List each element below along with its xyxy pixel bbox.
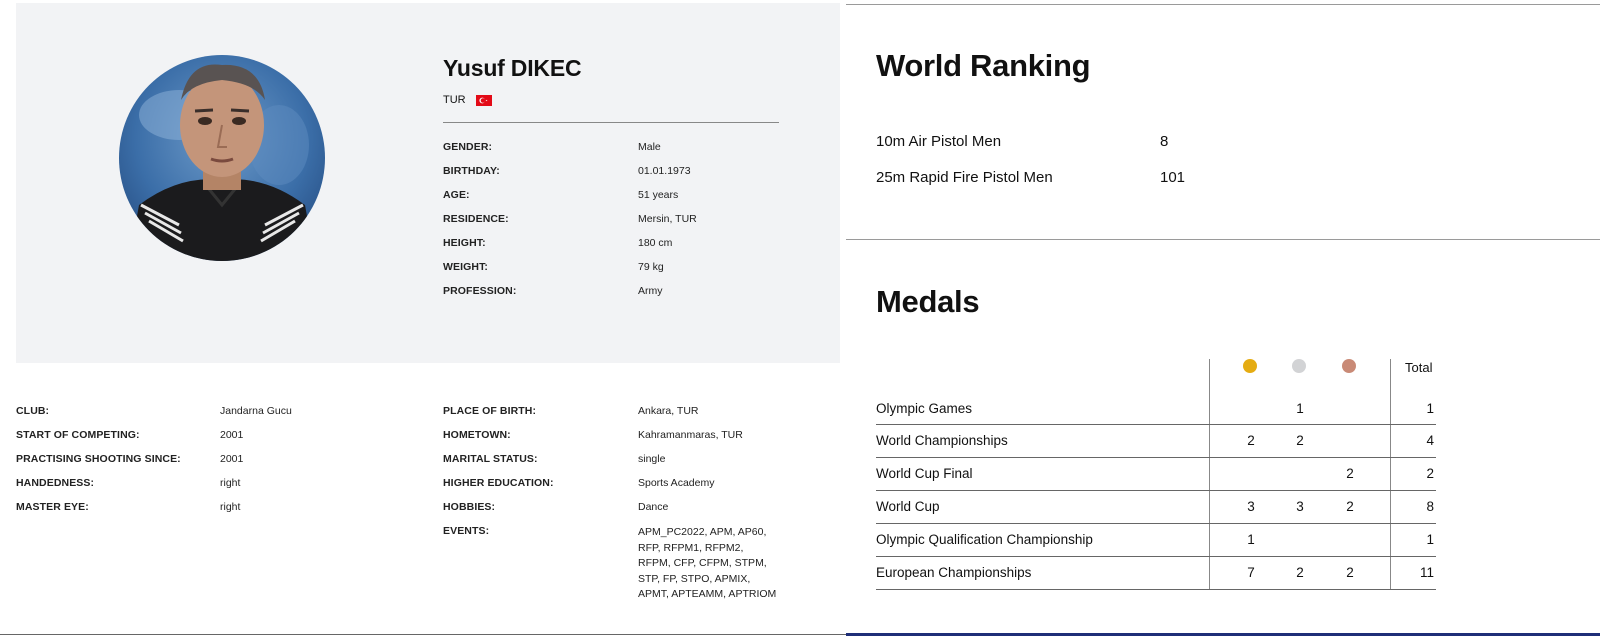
ranking-value-rapid-fire: 101 bbox=[1160, 169, 1186, 186]
medal-silver-count: 2 bbox=[1296, 433, 1304, 448]
medal-bronze-count: 2 bbox=[1346, 466, 1354, 481]
medal-row-divider bbox=[876, 457, 1436, 458]
ranking-event-air-pistol[interactable]: 10m Air Pistol Men bbox=[876, 133, 1001, 150]
higher-education-value: Sports Academy bbox=[638, 477, 715, 489]
practising-since-value: 2001 bbox=[220, 453, 244, 465]
athlete-country: TUR bbox=[443, 94, 492, 106]
birthday-label: BIRTHDAY: bbox=[443, 165, 500, 177]
medal-silver-count: 1 bbox=[1296, 401, 1304, 416]
weight-value: 79 kg bbox=[638, 261, 664, 273]
medal-row-name: World Cup bbox=[876, 499, 940, 514]
medal-total-count: 1 bbox=[1426, 401, 1434, 416]
medals-title: Medals bbox=[876, 284, 980, 319]
place-of-birth-value: Ankara, TUR bbox=[638, 405, 699, 417]
handedness-label: HANDEDNESS: bbox=[16, 477, 95, 489]
medals-total-header: Total bbox=[1405, 360, 1433, 375]
residence-label: RESIDENCE: bbox=[443, 213, 509, 225]
residence-value: Mersin, TUR bbox=[638, 213, 697, 225]
medal-gold-count: 1 bbox=[1247, 532, 1255, 547]
handedness-value: right bbox=[220, 477, 241, 489]
medal-row-divider bbox=[876, 424, 1436, 425]
medal-total-count: 1 bbox=[1426, 532, 1434, 547]
profession-value: Army bbox=[638, 285, 663, 297]
medal-gold-count: 3 bbox=[1247, 499, 1255, 514]
profile-divider bbox=[443, 122, 779, 123]
hometown-label: HOMETOWN: bbox=[443, 429, 511, 441]
medal-row-divider bbox=[876, 523, 1436, 524]
bronze-medal-icon bbox=[1342, 359, 1356, 373]
athlete-photo bbox=[119, 55, 325, 261]
medal-row-divider bbox=[876, 589, 1436, 590]
medal-bronze-count: 2 bbox=[1346, 499, 1354, 514]
medal-bronze-count: 2 bbox=[1346, 565, 1354, 580]
ranking-value-air-pistol: 8 bbox=[1160, 133, 1169, 150]
top-divider bbox=[846, 4, 1600, 5]
hobbies-value: Dance bbox=[638, 501, 669, 513]
weight-label: WEIGHT: bbox=[443, 261, 489, 273]
age-value: 51 years bbox=[638, 189, 679, 201]
medal-silver-count: 2 bbox=[1296, 565, 1304, 580]
silver-medal-icon bbox=[1292, 359, 1306, 373]
medal-total-count: 8 bbox=[1426, 499, 1434, 514]
gold-medal-icon bbox=[1243, 359, 1257, 373]
gender-value: Male bbox=[638, 141, 661, 153]
medal-row-name: World Cup Final bbox=[876, 466, 973, 481]
medal-row-divider bbox=[876, 490, 1436, 491]
bottom-divider bbox=[0, 634, 846, 635]
height-value: 180 cm bbox=[638, 237, 673, 249]
marital-status-label: MARITAL STATUS: bbox=[443, 453, 538, 465]
height-label: HEIGHT: bbox=[443, 237, 486, 249]
age-label: AGE: bbox=[443, 189, 470, 201]
start-competing-value: 2001 bbox=[220, 429, 244, 441]
medal-row-divider bbox=[876, 556, 1436, 557]
marital-status-value: single bbox=[638, 453, 666, 465]
medal-row-name: Olympic Qualification Championship bbox=[876, 532, 1093, 547]
medal-gold-count: 7 bbox=[1247, 565, 1255, 580]
medal-gold-count: 2 bbox=[1247, 433, 1255, 448]
medal-total-count: 2 bbox=[1426, 466, 1434, 481]
athlete-name: Yusuf DIKEC bbox=[443, 55, 582, 81]
practising-since-label: PRACTISING SHOOTING SINCE: bbox=[16, 453, 181, 465]
master-eye-value: right bbox=[220, 501, 241, 513]
medal-row-name: Olympic Games bbox=[876, 401, 973, 416]
turkey-flag-icon bbox=[475, 94, 492, 106]
medal-row-name: European Championships bbox=[876, 565, 1032, 580]
profession-label: PROFESSION: bbox=[443, 285, 517, 297]
section-divider bbox=[846, 239, 1600, 240]
medal-row-name: World Championships bbox=[876, 433, 1008, 448]
place-of-birth-label: PLACE OF BIRTH: bbox=[443, 405, 537, 417]
higher-education-label: HIGHER EDUCATION: bbox=[443, 477, 554, 489]
country-code: TUR bbox=[443, 94, 466, 106]
club-value: Jandarna Gucu bbox=[220, 405, 292, 417]
medal-total-count: 4 bbox=[1426, 433, 1434, 448]
medal-silver-count: 3 bbox=[1296, 499, 1304, 514]
ranking-event-rapid-fire[interactable]: 25m Rapid Fire Pistol Men bbox=[876, 169, 1053, 186]
world-ranking-title: World Ranking bbox=[876, 48, 1091, 83]
club-label: CLUB: bbox=[16, 405, 50, 417]
gender-label: GENDER: bbox=[443, 141, 493, 153]
events-label: EVENTS: bbox=[443, 525, 490, 537]
start-competing-label: START OF COMPETING: bbox=[16, 429, 140, 441]
medal-total-count: 11 bbox=[1419, 565, 1434, 580]
hobbies-label: HOBBIES: bbox=[443, 501, 496, 513]
master-eye-label: MASTER EYE: bbox=[16, 501, 89, 513]
hometown-value: Kahramanmaras, TUR bbox=[638, 429, 743, 441]
birthday-value: 01.01.1973 bbox=[638, 165, 691, 177]
events-value: APM_PC2022, APM, AP60, RFP, RFPM1, RFPM2… bbox=[638, 526, 777, 600]
